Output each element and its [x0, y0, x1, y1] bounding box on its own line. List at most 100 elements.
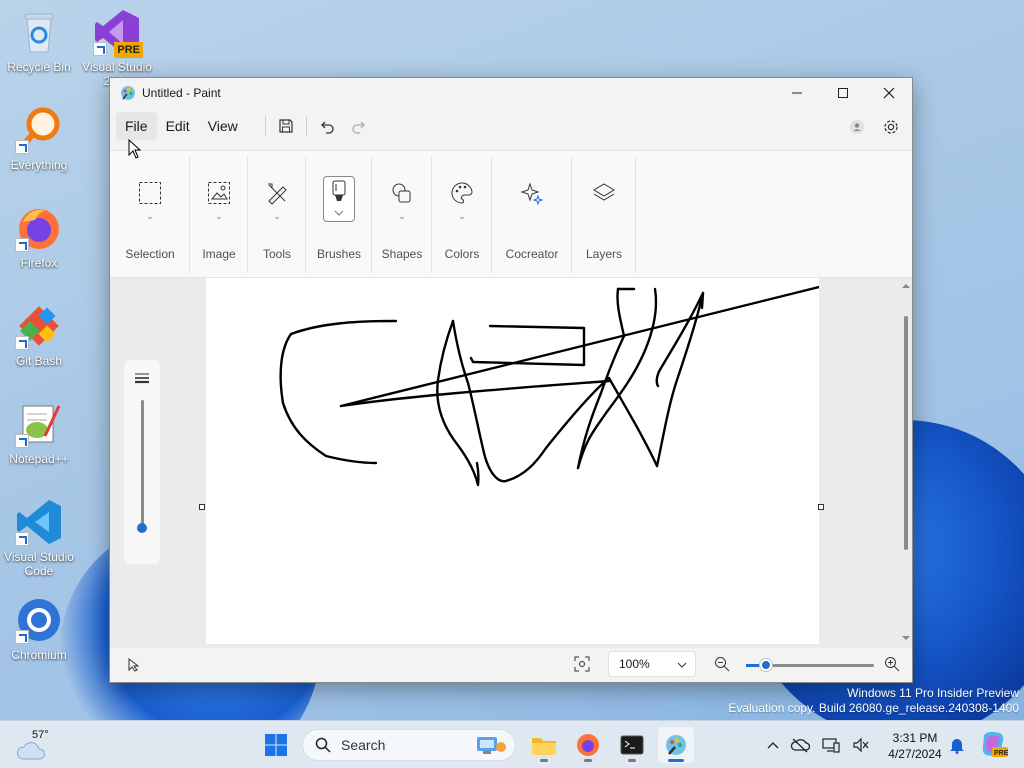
paint-window[interactable]: Untitled - Paint File Edit View ⌄ Select…	[109, 77, 913, 683]
show-hidden-icons-button[interactable]	[762, 729, 784, 761]
ribbon-group-cocreator[interactable]: Cocreator	[492, 151, 572, 277]
shortcut-arrow-icon	[15, 238, 29, 252]
chevron-down-icon	[677, 662, 687, 668]
ribbon-group-shapes[interactable]: ⌄ Shapes	[372, 151, 432, 277]
taskbar-clock[interactable]: 3:31 PM 4/27/2024	[884, 730, 946, 762]
desktop-icon-firefox[interactable]: Firefox	[1, 204, 77, 270]
taskbar-file-explorer[interactable]	[526, 727, 562, 763]
separator	[264, 116, 266, 136]
menu-file[interactable]: File	[116, 112, 157, 140]
weather-widget[interactable]: 57°	[14, 727, 54, 763]
ribbon-label: Layers	[585, 247, 623, 261]
zoom-out-button[interactable]	[714, 656, 734, 676]
canvas-strokes	[279, 285, 821, 487]
cloud-icon	[17, 742, 46, 760]
close-button[interactable]	[866, 78, 912, 108]
ribbon-label: Tools	[262, 247, 291, 261]
zoom-in-button[interactable]	[884, 656, 904, 676]
redo-icon	[352, 121, 365, 134]
brush-size-panel	[124, 360, 160, 564]
brush-size-thumb[interactable]	[137, 522, 147, 533]
status-bar: 100%	[110, 648, 912, 682]
brushes-icon	[323, 176, 355, 222]
folder-icon	[532, 738, 556, 755]
ribbon-group-tools[interactable]: ⌄ Tools	[248, 151, 306, 277]
close-icon	[883, 87, 895, 99]
volume-button[interactable]	[846, 729, 876, 761]
clock-date: 4/27/2024	[888, 747, 942, 761]
desktop-icon-vscode[interactable]: Visual Studio Code	[1, 498, 77, 578]
desktop-icon-git-bash[interactable]: Git Bash	[1, 302, 77, 368]
scroll-up-icon[interactable]	[902, 282, 910, 290]
pre-badge: PRE	[114, 42, 143, 58]
taskbar-paint[interactable]	[658, 727, 694, 763]
cloud-offline-icon	[790, 738, 810, 753]
desktop-icon-label: Notepad++	[9, 452, 69, 466]
desktop-icon-everything[interactable]: Everything	[1, 106, 77, 172]
scroll-down-icon[interactable]	[902, 634, 910, 642]
volume-muted-icon	[853, 737, 869, 753]
chevron-down-icon: ⌄	[398, 211, 406, 221]
desktop-icon-recycle-bin[interactable]: Recycle Bin	[1, 8, 77, 74]
palette-icon	[446, 177, 478, 209]
onedrive-button[interactable]	[784, 729, 816, 761]
taskbar-search[interactable]: Search	[302, 729, 516, 761]
undo-icon	[320, 121, 334, 134]
network-button[interactable]	[816, 729, 846, 761]
desktop-icon-visual-studio[interactable]: PRE Visual Studio 2022	[79, 8, 155, 88]
redo-button[interactable]	[343, 112, 375, 140]
zoom-dropdown[interactable]: 100%	[608, 651, 696, 677]
taskbar-firefox[interactable]	[570, 727, 606, 763]
copilot-button[interactable]: PRE	[978, 729, 1009, 759]
menu-view[interactable]: View	[199, 112, 247, 140]
save-icon	[279, 119, 293, 133]
scrollbar-thumb[interactable]	[904, 316, 908, 550]
zoom-in-icon	[885, 657, 900, 672]
firefox-icon	[15, 204, 63, 252]
ribbon-toolbar: ⌄ Selection ⌄ Image ⌄ Tools Brushes ⌄ Sh…	[110, 150, 912, 278]
start-button[interactable]	[258, 727, 294, 763]
ribbon-label: Colors	[444, 247, 480, 261]
vertical-scrollbar[interactable]	[902, 282, 910, 642]
settings-button[interactable]	[878, 114, 904, 140]
ribbon-group-brushes[interactable]: Brushes	[306, 151, 372, 277]
network-icon	[822, 738, 840, 753]
ribbon-label: Brushes	[316, 247, 362, 261]
selection-icon	[134, 177, 166, 209]
canvas-resize-handle-right[interactable]	[818, 504, 824, 510]
desktop-icon-notepadpp[interactable]: Notepad++	[1, 400, 77, 466]
desktop-icon-label: Chromium	[11, 648, 67, 662]
taskbar-terminal[interactable]	[614, 727, 650, 763]
zoom-slider[interactable]	[746, 659, 874, 671]
everything-search-icon	[15, 106, 63, 154]
undo-button[interactable]	[311, 112, 343, 140]
minimize-button[interactable]	[774, 78, 820, 108]
windows-start-icon	[265, 734, 287, 756]
shortcut-arrow-icon	[15, 532, 29, 546]
shortcut-arrow-icon	[93, 42, 107, 56]
separator	[305, 116, 307, 136]
notifications-button[interactable]	[946, 733, 968, 757]
ribbon-group-layers[interactable]: Layers	[572, 151, 636, 277]
maximize-button[interactable]	[820, 78, 866, 108]
ribbon-group-colors[interactable]: ⌄ Colors	[432, 151, 492, 277]
shortcut-arrow-icon	[15, 336, 29, 350]
ribbon-group-image[interactable]: ⌄ Image	[190, 151, 248, 277]
minimize-icon	[792, 92, 802, 94]
fit-to-window-button[interactable]	[574, 656, 594, 676]
git-bash-icon	[15, 302, 63, 350]
save-button[interactable]	[270, 112, 302, 140]
zoom-slider-thumb[interactable]	[760, 659, 773, 671]
ribbon-group-selection[interactable]: ⌄ Selection	[110, 151, 190, 277]
image-icon	[203, 177, 235, 209]
title-bar[interactable]: Untitled - Paint	[110, 78, 912, 108]
brush-size-slider[interactable]	[141, 400, 144, 530]
menu-edit[interactable]: Edit	[157, 112, 199, 140]
taskbar: 57° Search 3:31 PM 4/27/2024 PRE	[0, 720, 1024, 768]
chevron-down-icon: ⌄	[273, 211, 281, 221]
drawing-canvas[interactable]	[206, 278, 821, 644]
canvas-resize-handle-left[interactable]	[199, 504, 205, 510]
account-button[interactable]	[844, 114, 870, 140]
zoom-out-icon	[715, 657, 730, 672]
desktop-icon-chromium[interactable]: Chromium	[1, 596, 77, 662]
